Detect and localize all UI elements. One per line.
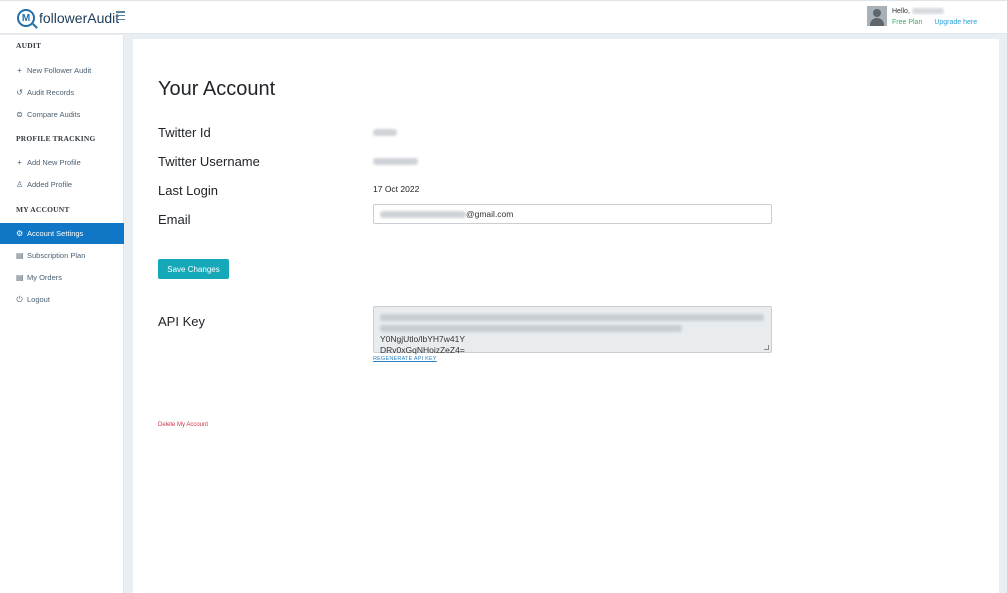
delete-account-link[interactable]: Delete My Account <box>158 422 208 428</box>
logo-letter: M <box>21 12 31 24</box>
save-changes-button[interactable]: Save Changes <box>158 259 229 279</box>
redacted-twitter-username <box>373 158 418 165</box>
sidebar-item-add-new-profile[interactable]: + Add New Profile <box>0 152 124 173</box>
redacted-username <box>911 8 944 15</box>
last-login-label: Last Login <box>158 183 218 198</box>
document-icon: ▤ <box>16 273 24 282</box>
logo-icon: M <box>17 9 35 27</box>
sidebar-item-added-profile[interactable]: ♙ Added Profile <box>0 174 124 195</box>
section-title-audit: AUDIT <box>16 41 42 50</box>
document-icon: ▤ <box>16 251 24 260</box>
logo[interactable]: M followerAudit <box>17 9 119 27</box>
sidebar-item-account-settings[interactable]: ⚙ Account Settings <box>0 223 124 244</box>
account-card: Your Account Twitter Id Twitter Username… <box>133 39 999 593</box>
sidebar-item-audit-records[interactable]: ↺ Audit Records <box>0 82 124 103</box>
hello-text: Hello, <box>892 8 910 15</box>
email-domain: @gmail.com <box>466 209 514 219</box>
user-gear-icon: ⚙ <box>16 229 24 238</box>
twitter-id-value <box>373 128 397 138</box>
api-key-textarea[interactable]: Y0NgjUtlo/lbYH7w41Y DRv0xGqNHoizZeZ4= <box>373 306 772 355</box>
power-icon: ⏻ <box>16 294 23 304</box>
last-login-value: 17 Oct 2022 <box>373 184 420 194</box>
section-title-my-account: MY ACCOUNT <box>16 205 70 214</box>
sidebar: AUDIT + New Follower Audit ↺ Audit Records… <box>0 35 124 593</box>
twitter-username-value <box>373 157 418 167</box>
sidebar-item-new-follower-audit[interactable]: + New Follower Audit <box>0 60 124 81</box>
redacted-twitter-id <box>373 129 397 136</box>
user-icon: ♙ <box>16 180 24 189</box>
twitter-username-label: Twitter Username <box>158 154 260 169</box>
twitter-id-label: Twitter Id <box>158 125 211 140</box>
compare-icon: ⊜ <box>16 110 23 119</box>
logo-text: followerAudit <box>39 10 120 26</box>
api-key-line3: DRv0xGqNHoizZeZ4= <box>380 345 465 355</box>
redacted-api-key-line2 <box>380 325 682 333</box>
api-key-label: API Key <box>158 314 205 329</box>
top-bar: M followerAudit Hello, Free Plan Upgrade… <box>0 0 1007 34</box>
sidebar-item-logout[interactable]: ⏻ Logout <box>0 289 124 310</box>
menu-toggle-icon[interactable] <box>116 11 125 20</box>
redacted-api-key-line1 <box>380 314 764 322</box>
sidebar-item-compare-audits[interactable]: ⊜ Compare Audits <box>0 104 124 125</box>
plan-label: Free Plan <box>892 19 923 26</box>
resize-handle-icon[interactable] <box>764 345 769 350</box>
user-menu[interactable]: Hello, Free Plan Upgrade here <box>867 6 987 28</box>
regenerate-api-key-link[interactable]: REGENERATE API KEY <box>373 356 437 362</box>
avatar[interactable] <box>867 6 887 26</box>
email-label: Email <box>158 212 191 227</box>
sidebar-item-subscription-plan[interactable]: ▤ Subscription Plan <box>0 245 124 266</box>
plus-icon: + <box>17 66 22 75</box>
sidebar-item-my-orders[interactable]: ▤ My Orders <box>0 267 124 288</box>
email-field[interactable]: @gmail.com <box>373 204 772 224</box>
redacted-email-local <box>380 210 466 218</box>
api-key-tail: Y0NgjUtlo/lbYH7w41Y <box>380 334 466 344</box>
page-title: Your Account <box>158 78 276 100</box>
upgrade-link[interactable]: Upgrade here <box>934 19 977 26</box>
plus-icon: + <box>17 158 22 167</box>
history-icon: ↺ <box>16 88 23 97</box>
section-title-profile-tracking: PROFILE TRACKING <box>16 134 96 143</box>
